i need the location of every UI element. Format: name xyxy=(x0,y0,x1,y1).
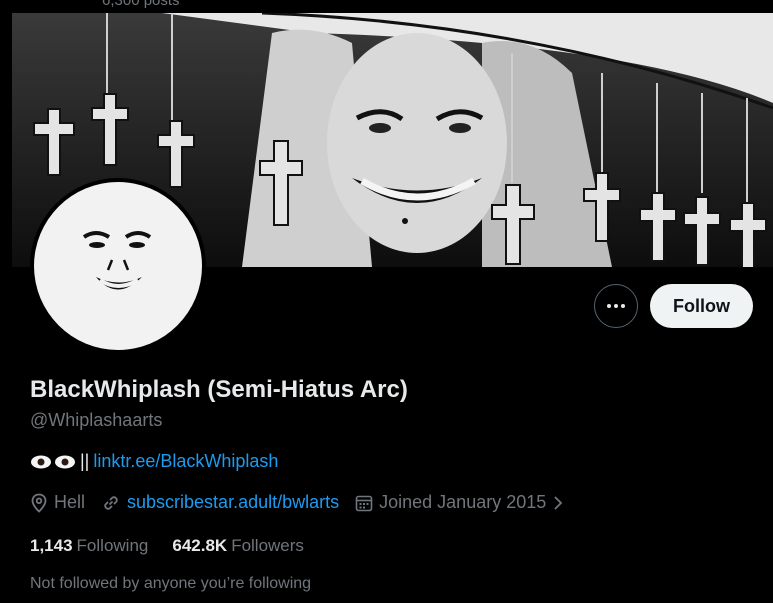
posts-count: 6,300 posts xyxy=(102,0,180,9)
avatar-face-drawing xyxy=(82,231,152,290)
followers-stat[interactable]: 642.8K Followers xyxy=(172,536,304,556)
avatar-image xyxy=(34,182,202,350)
follow-stats: 1,143 Following 642.8K Followers xyxy=(30,536,328,556)
profile-avatar[interactable] xyxy=(30,178,206,354)
more-options-button[interactable] xyxy=(594,284,638,328)
profile-meta: Hell subscribestar.adult/bwlarts Joined … xyxy=(30,492,586,513)
calendar-icon xyxy=(355,495,373,511)
bio-link[interactable]: linktr.ee/BlackWhiplash xyxy=(93,451,278,472)
link-icon xyxy=(104,495,118,510)
location-item: Hell xyxy=(30,492,85,513)
joined-text: Joined January 2015 xyxy=(379,492,547,512)
eyes-emoji-icon xyxy=(30,455,76,469)
website-link[interactable]: subscribestar.adult/bwlarts xyxy=(127,492,339,513)
following-count: 1,143 xyxy=(30,536,73,555)
profile-bio: || linktr.ee/BlackWhiplash xyxy=(30,451,278,472)
following-label: Following xyxy=(76,536,149,555)
location-text: Hell xyxy=(54,492,86,512)
mutual-followers-note: Not followed by anyone you’re following xyxy=(30,575,312,592)
bio-separator: || xyxy=(80,451,90,471)
user-handle: @Whiplashaarts xyxy=(30,410,163,430)
website-item: subscribestar.adult/bwlarts xyxy=(101,492,339,513)
joined-item[interactable]: Joined January 2015 xyxy=(355,492,570,513)
more-horizontal-icon xyxy=(607,304,625,308)
following-stat[interactable]: 1,143 Following xyxy=(30,536,148,556)
followers-count: 642.8K xyxy=(172,536,228,555)
location-pin-icon xyxy=(31,493,47,513)
chevron-right-icon xyxy=(554,495,563,510)
followers-label: Followers xyxy=(231,536,304,555)
display-name: BlackWhiplash (Semi-Hiatus Arc) xyxy=(30,376,408,403)
follow-button[interactable]: Follow xyxy=(650,284,753,328)
top-header-strip: 6,300 posts xyxy=(0,0,773,13)
